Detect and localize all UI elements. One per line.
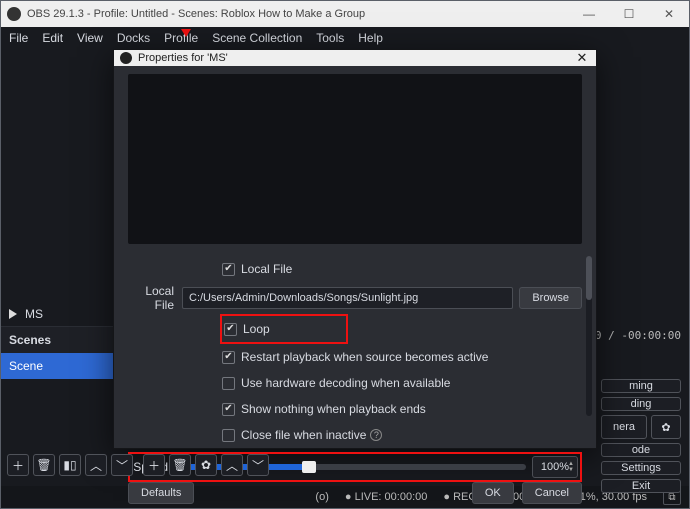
restart-playback-checkbox[interactable] bbox=[222, 351, 235, 364]
settings-button[interactable]: Settings bbox=[601, 461, 681, 475]
dialog-titlebar: Properties for 'MS' ✕ bbox=[114, 50, 596, 66]
window-minimize-button[interactable]: — bbox=[569, 1, 609, 27]
menu-docks[interactable]: Docks bbox=[117, 31, 150, 45]
local-file-checkbox[interactable] bbox=[222, 263, 235, 276]
local-file-field-label: Local File bbox=[128, 284, 182, 312]
exit-button[interactable]: Exit bbox=[601, 479, 681, 493]
right-button-gear[interactable]: ✿ bbox=[651, 415, 681, 439]
close-inactive-label: Close file when inactive bbox=[241, 428, 366, 442]
menu-tools[interactable]: Tools bbox=[316, 31, 344, 45]
app-logo-icon bbox=[7, 7, 21, 21]
scenes-filter-button[interactable]: ▮▯ bbox=[59, 454, 81, 476]
dialog-scrollbar[interactable] bbox=[586, 256, 592, 416]
loop-checkbox-label: Loop bbox=[243, 322, 270, 336]
show-nothing-label: Show nothing when playback ends bbox=[241, 402, 426, 416]
right-button-nera[interactable]: nera bbox=[601, 415, 647, 439]
menu-help[interactable]: Help bbox=[358, 31, 383, 45]
window-close-button[interactable]: ✕ bbox=[649, 1, 689, 27]
speed-value: 100% bbox=[541, 461, 569, 473]
content-area: MS Scenes Scene 00:00:00 / -00:00:00 min… bbox=[1, 49, 689, 486]
right-button-ming[interactable]: ming bbox=[601, 379, 681, 393]
menubar: File Edit View Docks Profile Scene Colle… bbox=[1, 27, 689, 49]
show-nothing-checkbox[interactable] bbox=[222, 403, 235, 416]
menu-view[interactable]: View bbox=[77, 31, 103, 45]
sources-properties-button[interactable]: ✿ bbox=[195, 454, 217, 476]
sources-remove-button[interactable]: 🗑 bbox=[169, 454, 191, 476]
local-file-path-input[interactable] bbox=[182, 287, 513, 309]
speed-value-spinner[interactable]: 100% ▲▼ bbox=[532, 456, 578, 478]
ok-button[interactable]: OK bbox=[472, 482, 514, 504]
right-button-ding[interactable]: ding bbox=[601, 397, 681, 411]
right-button-ode[interactable]: ode bbox=[601, 443, 681, 457]
defaults-button[interactable]: Defaults bbox=[128, 482, 194, 504]
scenes-up-button[interactable]: ︿ bbox=[85, 454, 107, 476]
dialog-scrollbar-thumb[interactable] bbox=[586, 256, 592, 300]
source-preview-name: MS bbox=[25, 307, 43, 321]
play-icon bbox=[9, 309, 17, 319]
hardware-decoding-checkbox[interactable] bbox=[222, 377, 235, 390]
speed-slider-thumb[interactable] bbox=[302, 461, 316, 473]
sources-up-button[interactable]: ︿ bbox=[221, 454, 243, 476]
media-preview-area bbox=[128, 74, 582, 244]
hardware-decoding-label: Use hardware decoding when available bbox=[241, 376, 450, 390]
source-preview-row[interactable]: MS bbox=[1, 301, 119, 327]
menu-scene-collection[interactable]: Scene Collection bbox=[212, 31, 302, 45]
restart-playback-label: Restart playback when source becomes act… bbox=[241, 350, 488, 364]
local-file-checkbox-label: Local File bbox=[241, 262, 292, 276]
close-inactive-checkbox[interactable] bbox=[222, 429, 235, 442]
dialog-close-button[interactable]: ✕ bbox=[568, 50, 596, 66]
scene-item-active[interactable]: Scene bbox=[1, 353, 119, 379]
dialog-title: Properties for 'MS' bbox=[138, 52, 568, 64]
scenes-add-button[interactable]: ＋ bbox=[7, 454, 29, 476]
cancel-button[interactable]: Cancel bbox=[522, 482, 582, 504]
scenes-panel-header: Scenes bbox=[1, 327, 119, 353]
window-title: OBS 29.1.3 - Profile: Untitled - Scenes:… bbox=[27, 8, 569, 20]
loop-checkbox[interactable] bbox=[224, 323, 237, 336]
sources-down-button[interactable]: ﹀ bbox=[247, 454, 269, 476]
titlebar: OBS 29.1.3 - Profile: Untitled - Scenes:… bbox=[1, 1, 689, 27]
help-icon[interactable]: ? bbox=[370, 429, 382, 441]
scenes-remove-button[interactable]: 🗑 bbox=[33, 454, 55, 476]
dialog-logo-icon bbox=[120, 52, 132, 64]
menu-file[interactable]: File bbox=[9, 31, 28, 45]
properties-dialog: Properties for 'MS' ✕ Local File Local F… bbox=[113, 49, 597, 449]
sources-add-button[interactable]: ＋ bbox=[143, 454, 165, 476]
menu-edit[interactable]: Edit bbox=[42, 31, 63, 45]
window-maximize-button[interactable]: ☐ bbox=[609, 1, 649, 27]
browse-button[interactable]: Browse bbox=[519, 287, 582, 309]
scenes-down-button[interactable]: ﹀ bbox=[111, 454, 133, 476]
